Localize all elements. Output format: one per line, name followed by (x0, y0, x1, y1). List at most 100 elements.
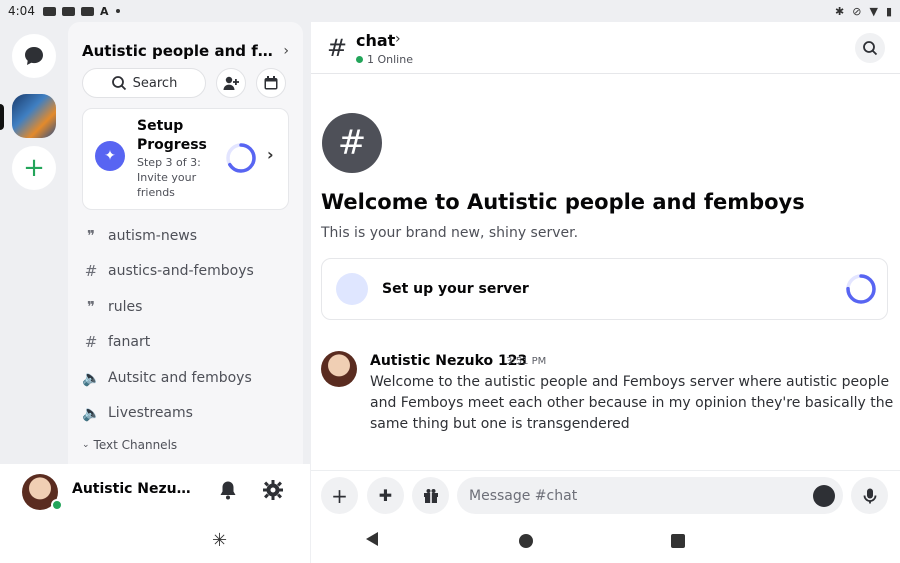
channel-search-button[interactable] (855, 33, 885, 63)
mute-icon: ⊘ (852, 4, 862, 18)
events-button[interactable] (256, 68, 286, 98)
selected-server-indicator (0, 104, 4, 130)
welcome-subtitle: This is your brand new, shiny server. (321, 225, 579, 241)
gear-icon (263, 480, 283, 500)
setup-progress-title: Setup Progress (137, 118, 207, 153)
user-bar: Autistic Nezuko ... ✳ (0, 464, 310, 563)
channel-label: austics-and-femboys (108, 263, 254, 280)
add-member-icon (223, 76, 239, 90)
online-count: 1 Online (356, 53, 413, 66)
microphone-icon (863, 488, 876, 503)
online-dot-icon (356, 56, 363, 63)
chevron-right-icon: › (395, 31, 401, 47)
server-icon-autistic-people[interactable] (12, 94, 56, 138)
channel-name[interactable]: chat (356, 31, 395, 50)
message-text: Welcome to the autistic people and Fembo… (370, 374, 894, 432)
online-count-label: 1 Online (367, 53, 413, 66)
channel-list: ❞ autism-news # austics-and-femboys ❞ rules # f… (68, 210, 303, 457)
emoji-icon[interactable] (813, 485, 835, 507)
channel-label: autism-news (108, 227, 198, 244)
category-header[interactable]: ⌄ Text Channels (82, 433, 303, 457)
server-search-button[interactable]: Search (82, 68, 206, 98)
channel-item[interactable]: ❞ rules (82, 289, 303, 325)
setup-server-card[interactable]: Set up your server (321, 258, 888, 320)
chevron-right-icon: › (283, 43, 289, 59)
speaker-icon: 🔈 (82, 404, 101, 423)
nav-back-button[interactable] (366, 532, 378, 546)
bell-icon (220, 481, 236, 500)
voice-message-button[interactable] (851, 477, 888, 514)
youtube-notification-icon (42, 6, 56, 16)
direct-messages-button[interactable] (12, 34, 56, 78)
user-name[interactable]: Autistic Nezuko ... (72, 481, 194, 497)
forum-icon: ❞ (86, 297, 96, 316)
channel-label: Autsitc and femboys (108, 369, 252, 386)
search-label: Search (132, 75, 178, 91)
setup-server-progress-ring (846, 274, 876, 304)
server-name: Autistic people and fem... (82, 42, 274, 60)
bluetooth-icon: ✱ (835, 4, 845, 18)
setup-server-label: Set up your server (382, 281, 529, 297)
rocket-icon (336, 273, 368, 305)
setup-progress-subtitle: Step 3 of 3: Invite your friends (137, 156, 201, 199)
channel-item[interactable]: ❞ autism-news (82, 218, 303, 254)
hash-icon: # (84, 262, 98, 281)
chevron-right-icon: › (267, 145, 274, 164)
magic-wand-icon: ✦ (95, 141, 125, 171)
channel-label: Livestreams (108, 405, 193, 422)
loading-sparkle-icon: ✳ (212, 530, 228, 551)
apps-icon: ✚ (378, 486, 393, 505)
chat-area: # chat › 1 Online # Welcome to Autistic … (311, 22, 900, 563)
chat-bubble-icon (25, 47, 43, 65)
channel-label: fanart (108, 334, 151, 351)
nav-home-button[interactable] (519, 534, 533, 548)
message-input[interactable]: Message #chat (457, 477, 843, 514)
channel-label: rules (108, 298, 143, 315)
more-notifications-icon (116, 9, 121, 13)
calendar-icon (264, 76, 278, 90)
youtube-notification-icon (80, 6, 94, 16)
setup-progress-ring (226, 143, 256, 173)
attach-button[interactable]: + (321, 477, 358, 514)
online-status-indicator (51, 499, 63, 511)
gift-icon (423, 488, 438, 503)
message-author-avatar[interactable] (321, 351, 357, 387)
message-timestamp: 3:51 PM (506, 356, 547, 367)
notifications-button[interactable] (217, 479, 239, 505)
nav-recents-button[interactable] (671, 534, 685, 548)
message-author[interactable]: Autistic Nezuko 123 (370, 353, 527, 369)
channel-hash-icon: # (322, 113, 382, 173)
hash-icon: # (84, 333, 98, 352)
hash-icon: # (327, 34, 348, 62)
server-header[interactable]: Autistic people and fem... › (68, 22, 303, 62)
settings-button[interactable] (262, 479, 284, 505)
battery-icon: ▮ (885, 4, 892, 18)
speaker-icon: 🔈 (82, 368, 101, 387)
channel-item[interactable]: 🔈 Livestreams (82, 396, 303, 432)
channel-item[interactable]: 🔈 Autsitc and femboys (82, 360, 303, 396)
forum-icon: ❞ (86, 226, 96, 245)
chevron-down-icon: ⌄ (82, 440, 90, 450)
youtube-notification-icon (61, 6, 75, 16)
plus-icon: + (23, 153, 45, 183)
invite-members-button[interactable] (216, 68, 246, 98)
search-icon (863, 41, 878, 56)
search-icon (111, 76, 126, 91)
add-server-button[interactable]: + (12, 146, 56, 190)
channel-header: # chat › 1 Online (311, 22, 900, 74)
welcome-title: Welcome to Autistic people and femboys (321, 190, 805, 214)
message-composer: + ✚ Message #chat (311, 470, 900, 514)
status-bar: 4:04 A ✱ ⊘ ▼ ▮ (0, 0, 900, 22)
channel-item[interactable]: # austics-and-femboys (82, 254, 303, 290)
category-label: Text Channels (93, 438, 178, 452)
plus-icon: + (331, 483, 348, 508)
android-nav-bar (311, 522, 900, 563)
channel-item[interactable]: # fanart (82, 325, 303, 361)
gift-button[interactable] (412, 477, 449, 514)
apps-button[interactable]: ✚ (367, 477, 404, 514)
setup-progress-card[interactable]: ✦ Setup Progress Step 3 of 3: Invite you… (82, 108, 289, 210)
status-time: 4:04 (8, 4, 35, 18)
channel-panel: Autistic people and fem... › Search ✦ Se… (68, 22, 303, 464)
app-notification-icon: A (99, 4, 109, 18)
message-input-placeholder: Message #chat (469, 487, 578, 504)
